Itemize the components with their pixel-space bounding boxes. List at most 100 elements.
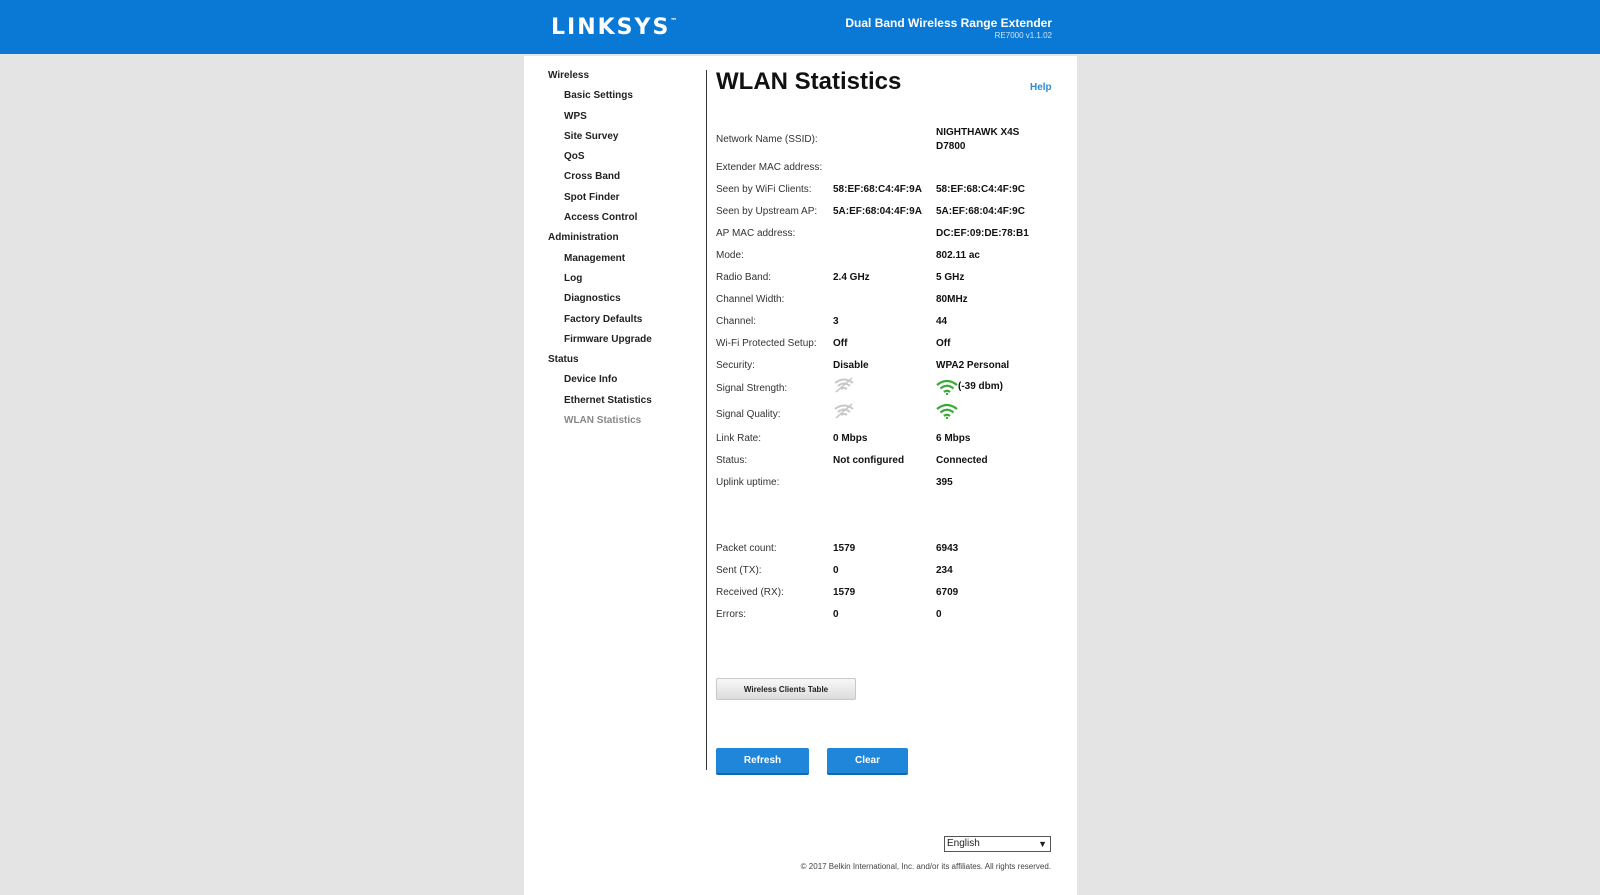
stat-row: Seen by WiFi Clients: 58:EF:68:C4:4F:9A … (716, 183, 1056, 203)
sidebar-item-cross-band[interactable]: Cross Band (548, 170, 708, 190)
stat-value-24ghz: Disable (833, 360, 869, 371)
stat-row: Link Rate: 0 Mbps 6 Mbps (716, 432, 1056, 452)
sidebar: Wireless Basic Settings WPS Site Survey … (548, 69, 708, 434)
stat-row: Radio Band: 2.4 GHz 5 GHz (716, 271, 1056, 291)
stat-value-24ghz: Off (833, 338, 848, 349)
sidebar-item-log[interactable]: Log (548, 272, 708, 292)
stat-label: Extender MAC address: (716, 162, 823, 173)
stat-label: Channel: (716, 316, 757, 327)
stat-row: Uplink uptime: 395 (716, 476, 1056, 496)
stat-row: Status: Not configured Connected (716, 454, 1056, 474)
sidebar-divider (706, 70, 707, 770)
stat-row: Sent (TX): 0 234 (716, 564, 1056, 584)
sidebar-item-factory-defaults[interactable]: Factory Defaults (548, 313, 708, 333)
stat-value-24ghz: 5A:EF:68:04:4F:9A (833, 206, 922, 217)
sidebar-item-access-control[interactable]: Access Control (548, 211, 708, 231)
stat-value-5ghz: 58:EF:68:C4:4F:9C (936, 184, 1025, 195)
sidebar-item-qos[interactable]: QoS (548, 150, 708, 170)
stat-row-signal-quality: Signal Quality: (716, 403, 1056, 430)
stat-value-24ghz: 58:EF:68:C4:4F:9A (833, 184, 922, 195)
stat-value-24ghz: 3 (833, 316, 839, 327)
stat-value-5ghz: 44 (936, 316, 948, 327)
stat-row: Received (RX): 1579 6709 (716, 586, 1056, 606)
stat-value-24ghz: Not configured (833, 455, 905, 466)
stat-label: Errors: (716, 609, 746, 620)
sidebar-item-ethernet-statistics[interactable]: Ethernet Statistics (548, 394, 708, 414)
language-select[interactable]: English ▼ (944, 836, 1051, 852)
stat-row: Errors: 0 0 (716, 608, 1056, 628)
stat-value-5ghz: 5 GHz (936, 272, 965, 283)
sidebar-item-basic-settings[interactable]: Basic Settings (548, 89, 708, 109)
signal-strength-5ghz: (-39 dbm) (936, 379, 1003, 395)
sidebar-item-spot-finder[interactable]: Spot Finder (548, 191, 708, 211)
stat-value-5ghz: 234 (936, 565, 953, 576)
stat-label: Signal Strength: (716, 383, 788, 394)
stat-row: Extender MAC address: (716, 161, 1056, 181)
sidebar-item-wlan-statistics[interactable]: WLAN Statistics (548, 414, 708, 434)
stat-label: Uplink uptime: (716, 477, 780, 488)
content-panel: Wireless Basic Settings WPS Site Survey … (524, 56, 1077, 895)
stat-value-5ghz: Connected (936, 455, 988, 466)
stat-row: Channel: 3 44 (716, 315, 1056, 335)
stat-value-24ghz: 2.4 GHz (833, 272, 870, 283)
wireless-clients-table-button[interactable]: Wireless Clients Table (716, 678, 856, 700)
stat-label: Security: (716, 360, 755, 371)
stat-row: Channel Width: 80MHz (716, 293, 1056, 313)
sidebar-section-status: Status (548, 354, 579, 366)
stat-value-24ghz: 1579 (833, 587, 856, 598)
stat-label: Radio Band: (716, 272, 772, 283)
sidebar-item-management[interactable]: Management (548, 252, 708, 272)
stat-value-5ghz: WPA2 Personal (936, 360, 1010, 371)
stat-value-5ghz: Off (936, 338, 951, 349)
stat-value-5ghz: 80MHz (936, 294, 968, 305)
stat-label: Sent (TX): (716, 565, 762, 576)
stat-label: Status: (716, 455, 748, 466)
stat-label: Channel Width: (716, 294, 785, 305)
stat-label: Signal Quality: (716, 409, 781, 420)
stat-label: Wi-Fi Protected Setup: (716, 338, 817, 349)
stat-value-24ghz: 0 (833, 609, 839, 620)
stat-value-5ghz: 6943 (936, 543, 959, 554)
sidebar-section-wireless: Wireless (548, 70, 590, 81)
stat-label: Seen by Upstream AP: (716, 206, 818, 217)
product-model: RE7000 v1.1.02 (994, 31, 1052, 40)
stat-row: Packet count: 1579 6943 (716, 542, 1056, 562)
stat-value-24ghz: 0 Mbps (833, 433, 868, 444)
stat-label: AP MAC address: (716, 228, 796, 239)
stat-value-5ghz: 5A:EF:68:04:4F:9C (936, 206, 1025, 217)
language-selected: English (947, 838, 980, 849)
refresh-button[interactable]: Refresh (716, 748, 809, 775)
stat-label: Mode: (716, 250, 744, 261)
stat-value-5ghz: 802.11 ac (936, 250, 980, 261)
stat-value-24ghz: 1579 (833, 543, 856, 554)
stat-label: Seen by WiFi Clients: (716, 184, 812, 195)
ssid-value: NIGHTHAWK X4S D7800 (936, 127, 1020, 152)
stat-value-5ghz: 6709 (936, 587, 959, 598)
wifi-off-icon (833, 403, 855, 419)
sidebar-item-device-info[interactable]: Device Info (548, 373, 708, 393)
copyright: © 2017 Belkin International, Inc. and/or… (800, 862, 1051, 871)
stat-value-5ghz: DC:EF:09:DE:78:B1 (936, 228, 1029, 239)
stat-row: Security: Disable WPA2 Personal (716, 359, 1056, 379)
stat-label: Link Rate: (716, 433, 762, 444)
stat-value-24ghz: 0 (833, 565, 839, 576)
sidebar-item-diagnostics[interactable]: Diagnostics (548, 292, 708, 312)
clear-button[interactable]: Clear (827, 748, 908, 775)
stat-row: Seen by Upstream AP: 5A:EF:68:04:4F:9A 5… (716, 205, 1056, 225)
stat-value-5ghz: 0 (936, 609, 942, 620)
stat-row: AP MAC address: DC:EF:09:DE:78:B1 (716, 227, 1056, 247)
stat-label: Packet count: (716, 543, 777, 554)
top-bar: LINKSYS™ Dual Band Wireless Range Extend… (0, 0, 1600, 54)
page-title: WLAN Statistics (716, 68, 902, 95)
help-link[interactable]: Help (1030, 82, 1052, 93)
stat-row: Wi-Fi Protected Setup: Off Off (716, 337, 1056, 357)
stat-value-5ghz: 6 Mbps (936, 433, 971, 444)
wifi-off-icon (833, 377, 855, 393)
stat-row-signal-strength: Signal Strength: (-39 dbm) (716, 377, 1056, 404)
linksys-logo: LINKSYS™ (551, 15, 678, 40)
stat-label: Network Name (SSID): (716, 134, 818, 145)
stat-label: Received (RX): (716, 587, 784, 598)
sidebar-item-firmware-upgrade[interactable]: Firmware Upgrade (548, 333, 708, 353)
sidebar-item-site-survey[interactable]: Site Survey (548, 130, 708, 150)
sidebar-item-wps[interactable]: WPS (548, 110, 708, 130)
